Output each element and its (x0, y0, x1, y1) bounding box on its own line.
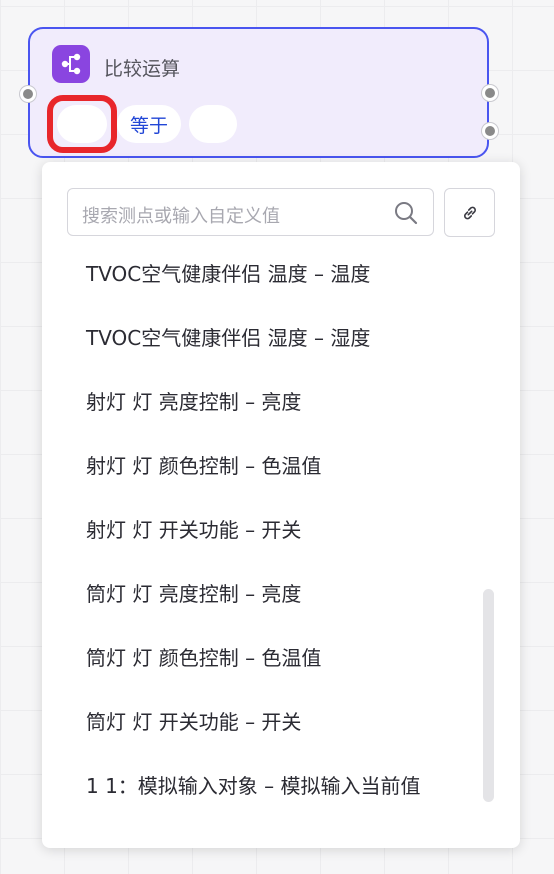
link-button[interactable] (444, 188, 495, 237)
search-input[interactable]: 搜索测点或输入自定义值 (67, 188, 434, 236)
right-operand-slot[interactable] (189, 105, 237, 143)
scrollbar[interactable] (483, 589, 494, 802)
output-port-false[interactable] (482, 123, 498, 139)
list-item[interactable]: 1 1：模拟输入对象 – 模拟输入当前值 (42, 752, 482, 816)
output-port-true[interactable] (482, 85, 498, 101)
list-item[interactable]: TVOC空气健康伴侣 温度 – 温度 (42, 240, 482, 304)
share-nodes-icon (52, 45, 90, 83)
selection-highlight (47, 95, 117, 153)
list-item[interactable]: 射灯 灯 颜色控制 – 色温值 (42, 432, 482, 496)
list-item[interactable]: 筒灯 灯 颜色控制 – 色温值 (42, 624, 482, 688)
option-list: TVOC空气健康伴侣 温度 – 温度 TVOC空气健康伴侣 湿度 – 湿度 射灯… (42, 240, 482, 816)
node-title: 比较运算 (104, 58, 181, 80)
list-item[interactable]: 筒灯 灯 开关功能 – 开关 (42, 688, 482, 752)
list-item[interactable]: 射灯 灯 亮度控制 – 亮度 (42, 368, 482, 432)
search-icon[interactable] (393, 200, 419, 226)
input-port[interactable] (20, 86, 36, 102)
link-icon (463, 206, 476, 219)
list-item[interactable]: 筒灯 灯 亮度控制 – 亮度 (42, 560, 482, 624)
operand-dropdown: 搜索测点或输入自定义值 TVOC空气健康伴侣 温度 – 温度 TVOC空气健康伴… (42, 162, 520, 848)
list-item[interactable]: 射灯 灯 开关功能 – 开关 (42, 496, 482, 560)
search-placeholder: 搜索测点或输入自定义值 (82, 206, 280, 227)
compare-node[interactable]: 比较运算 等于 (20, 27, 498, 158)
operator-select[interactable]: 等于 (117, 105, 181, 143)
list-item[interactable]: TVOC空气健康伴侣 湿度 – 湿度 (42, 304, 482, 368)
